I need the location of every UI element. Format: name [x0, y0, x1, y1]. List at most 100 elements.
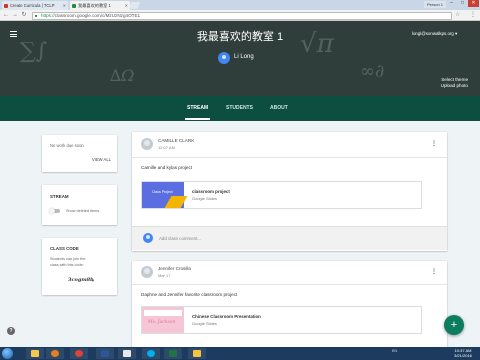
browser-tab-strip: Create Curricula | TCLP ✕ 我最喜欢的教室 1 ✕ Pe… [0, 0, 480, 10]
minimize-button[interactable]: – [446, 0, 457, 7]
skype-icon [147, 350, 155, 357]
url-scheme: https:// [41, 12, 55, 18]
view-all-link[interactable]: VIEW ALL [92, 157, 111, 162]
chevron-down-icon[interactable]: ▾ [92, 278, 94, 283]
taskbar-media[interactable] [46, 348, 64, 359]
chalkboard-decoration: ∆Ω [110, 66, 135, 85]
class-code-description: Students can join the class with this co… [50, 257, 86, 267]
chalkboard-decoration: ∞∂ [360, 61, 385, 82]
class-banner: ∑∫ √π ∞∂ ∆Ω 我最喜欢的教室 1 Li Long longl@sonw… [0, 21, 480, 96]
main-content: No work due soon VIEW ALL STREAM Show de… [0, 121, 480, 347]
post-text: Camille and kylas project [141, 165, 193, 170]
notes-icon [193, 350, 201, 357]
show-deleted-toggle[interactable] [49, 208, 60, 214]
taskbar-clock[interactable]: 10:37 AM 3/21/2016 [448, 348, 478, 358]
comment-placeholder: Add class comment... [159, 236, 201, 241]
class-title: 我最喜欢的教室 1 [196, 31, 284, 43]
tab-students[interactable]: STUDENTS [226, 105, 253, 111]
taskbar-notes[interactable] [188, 348, 206, 359]
browser-tab-curricula[interactable]: Create Curricula | TCLP ✕ [2, 1, 68, 10]
close-tab-icon[interactable]: ✕ [125, 1, 128, 10]
attachment-type: Google Slides [192, 321, 217, 326]
account-menu[interactable]: longl@sonwalkps.org ▾ [412, 31, 457, 37]
add-post-button[interactable]: + [444, 315, 464, 335]
excel-icon [169, 350, 177, 357]
taskbar-chrome[interactable] [70, 348, 88, 359]
help-icon[interactable]: ? [7, 327, 15, 335]
forward-arrow-icon[interactable]: → [11, 11, 19, 19]
tab-about[interactable]: ABOUT [270, 105, 288, 111]
folder-icon [31, 350, 39, 357]
bookmark-star-icon[interactable]: ☆ [455, 11, 460, 18]
os-taskbar: EN 10:37 AM 3/21/2016 [0, 347, 480, 360]
taskbar-explorer[interactable] [26, 348, 44, 359]
classroom-favicon-icon [72, 3, 76, 8]
app-icon [123, 350, 131, 357]
taskbar-skype[interactable] [142, 348, 160, 359]
stream-heading: STREAM [50, 194, 69, 199]
attachment-type: Google Slides [192, 196, 217, 201]
tab-stream[interactable]: STREAM [184, 105, 211, 120]
attachment-title: classroom project [192, 189, 230, 194]
class-nav: STREAM STUDENTS ABOUT [0, 96, 480, 121]
teacher-avatar [218, 52, 230, 64]
class-code-value: 3cogm8b [68, 277, 94, 283]
chrome-icon [75, 350, 83, 357]
attachment[interactable]: Ms. Jackson Chinese Classroom Presentati… [141, 306, 422, 334]
upcoming-text: No work due soon [50, 143, 84, 148]
thumbnail-caption: Ms. Jackson [148, 320, 176, 325]
browser-toolbar: ← → ↻ ■ https://classroom.google.com/c/M… [0, 10, 480, 21]
class-code-card: CLASS CODE Students can join the class w… [42, 238, 117, 295]
post-text: Daphne and Jennifer favorite classroom p… [141, 292, 238, 297]
divider [132, 157, 447, 158]
divider [132, 284, 447, 285]
stream-settings-card: STREAM Show deleted items [42, 185, 117, 225]
show-deleted-label: Show deleted items [66, 209, 100, 213]
class-comment-box[interactable]: Add class comment... [132, 226, 447, 250]
upload-photo-link[interactable]: Upload photo [428, 83, 468, 89]
thumbnail-caption: Class Project [152, 190, 173, 194]
class-code-heading: CLASS CODE [50, 246, 79, 251]
post-date: 12:07 AM [158, 145, 175, 150]
theme-controls: Select theme Upload photo [428, 77, 468, 89]
chevron-down-icon: ▾ [455, 31, 458, 36]
back-arrow-icon[interactable]: ← [2, 11, 10, 19]
thumbnail-graphic [144, 310, 182, 316]
post-date: Mar 17 [158, 273, 171, 278]
stream-post: Jennifer Crosilla Mar 17 ⋮ Daphne and Je… [132, 261, 447, 347]
reload-icon[interactable]: ↻ [20, 11, 28, 19]
system-tray[interactable]: EN [392, 349, 397, 354]
taskbar-word[interactable] [96, 348, 114, 359]
taskbar-app[interactable] [118, 348, 136, 359]
browser-profile-badge[interactable]: Person 1 [424, 1, 447, 8]
browser-tab-classroom[interactable]: 我最喜欢的教室 1 ✕ [70, 1, 130, 10]
more-vert-icon[interactable]: ⋮ [431, 268, 437, 275]
start-button[interactable] [2, 348, 13, 359]
lock-icon: ■ [35, 12, 38, 18]
thumbnail-graphic [164, 196, 188, 208]
clock-date: 3/21/2016 [454, 353, 472, 358]
taskbar-excel[interactable] [164, 348, 182, 359]
post-author: Jennifer Crosilla [158, 266, 191, 271]
browser-tab-label: 我最喜欢的教室 1 [78, 3, 111, 8]
close-window-button[interactable]: ✕ [468, 0, 479, 7]
more-vert-icon[interactable]: ⋮ [431, 140, 437, 147]
browser-tab-label: Create Curricula | TCLP [10, 3, 55, 8]
author-avatar [141, 266, 153, 278]
attachment[interactable]: Class Project classroom project Google S… [141, 181, 422, 209]
post-author: CAMILLE CLARK [158, 138, 195, 143]
upcoming-card: No work due soon VIEW ALL [42, 135, 117, 172]
word-icon [101, 350, 109, 357]
stream-post: CAMILLE CLARK 12:07 AM ⋮ Camille and kyl… [132, 132, 447, 251]
url-path: classroom.google.com/c/MzUzNzg4OTE1 [54, 12, 141, 18]
new-tab-button[interactable] [128, 2, 141, 9]
address-bar[interactable]: ■ https://classroom.google.com/c/MzUzNzg… [32, 11, 452, 20]
close-tab-icon[interactable]: ✕ [63, 1, 66, 10]
maximize-button[interactable]: □ [457, 0, 468, 7]
user-avatar [143, 233, 153, 243]
author-avatar [141, 138, 153, 150]
teacher-name: Li Long [234, 54, 254, 60]
browser-menu-icon[interactable]: ⋮ [470, 11, 476, 18]
slides-thumbnail: Ms. Jackson [142, 307, 184, 333]
account-email: longl@sonwalkps.org [412, 31, 454, 36]
